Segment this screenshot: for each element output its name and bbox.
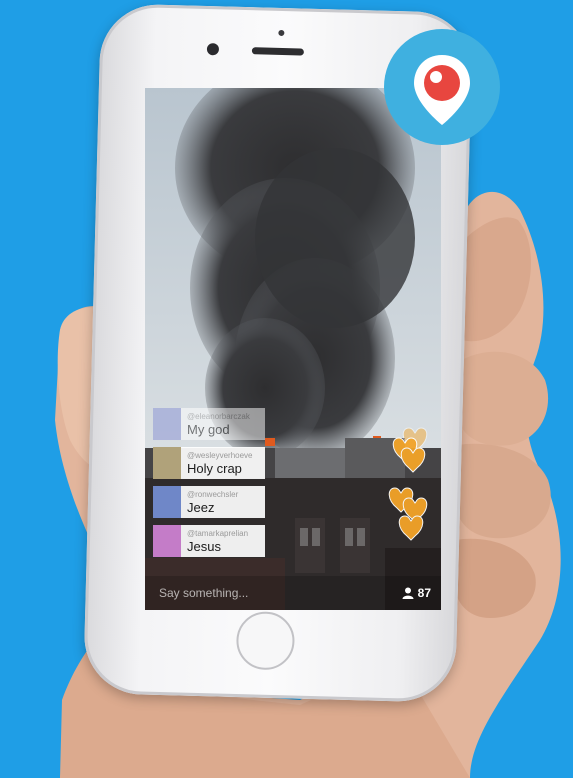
- comment-text: Jeez: [187, 500, 215, 515]
- front-camera: [206, 43, 220, 56]
- home-button[interactable]: [235, 611, 296, 671]
- person-icon: [402, 587, 414, 599]
- comment-item: @eleanorbarczak My god: [153, 408, 373, 440]
- earpiece-speaker: [251, 47, 304, 56]
- comment-feed: @eleanorbarczak My god @wesleyverhoeve H…: [153, 408, 373, 564]
- comment-composer-bar: Say something... 87: [145, 576, 441, 610]
- avatar: [153, 447, 181, 479]
- proximity-sensor: [278, 29, 285, 37]
- comment-username[interactable]: @eleanorbarczak: [187, 412, 257, 422]
- comment-text: Jesus: [187, 539, 221, 554]
- live-broadcast-screen: @eleanorbarczak My god @wesleyverhoeve H…: [145, 88, 441, 610]
- periscope-logo: [384, 29, 500, 145]
- comment-username[interactable]: @tamarkaprelian: [187, 529, 257, 539]
- comment-username[interactable]: @ronwechsler: [187, 490, 257, 500]
- viewer-count-value: 87: [417, 586, 431, 600]
- comment-item: @wesleyverhoeve Holy crap: [153, 447, 373, 479]
- heart-icon: [398, 515, 424, 541]
- comment-text: Holy crap: [187, 461, 242, 476]
- comment-username[interactable]: @wesleyverhoeve: [187, 451, 257, 461]
- comment-item: @tamarkaprelian Jesus: [153, 525, 373, 557]
- comment-text: My god: [187, 422, 230, 437]
- comment-input[interactable]: Say something...: [145, 586, 402, 600]
- floating-hearts: [388, 427, 428, 541]
- avatar: [153, 486, 181, 518]
- avatar: [153, 408, 181, 440]
- comment-item: @ronwechsler Jeez: [153, 486, 373, 518]
- viewer-count[interactable]: 87: [402, 586, 441, 600]
- avatar: [153, 525, 181, 557]
